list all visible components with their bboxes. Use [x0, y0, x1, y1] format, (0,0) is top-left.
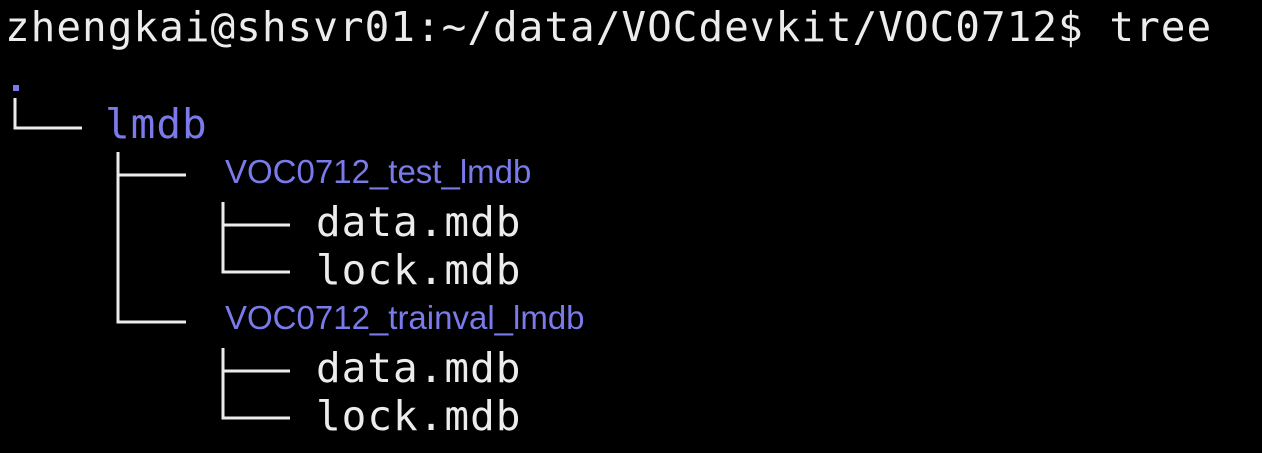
connector-test-dir [116, 152, 186, 177]
file-trainval-lock: lock.mdb [316, 392, 522, 440]
terminal-window: zhengkai@shsvr01:~/data/VOCdevkit/VOC071… [0, 0, 1262, 453]
file-test-data: data.mdb [316, 198, 522, 246]
connector-trainval-dir [116, 175, 186, 324]
connector-lmdb [13, 98, 82, 130]
connector-trainval-lock [221, 371, 290, 420]
connector-test-data [221, 202, 290, 227]
tree-connectors [13, 98, 290, 420]
dir-trainval-lmdb: VOC0712_trainval_lmdb [225, 299, 585, 336]
file-test-lock: lock.mdb [316, 246, 522, 294]
connector-test-lock [221, 225, 290, 274]
connector-trainval-data [221, 348, 290, 373]
root-dot [13, 85, 19, 91]
dir-test-lmdb: VOC0712_test_lmdb [225, 153, 532, 190]
dir-lmdb: lmdb [105, 100, 208, 148]
file-trainval-data: data.mdb [316, 344, 522, 392]
